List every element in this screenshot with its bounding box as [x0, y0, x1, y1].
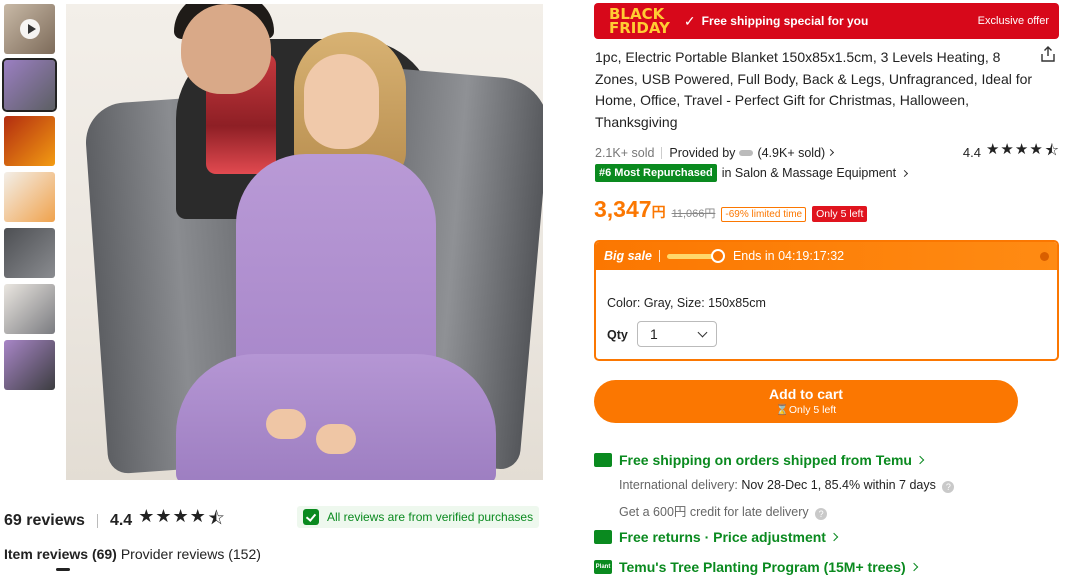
- tab-item-reviews[interactable]: Item reviews (69): [4, 546, 117, 562]
- active-tab-indicator: [56, 568, 70, 571]
- provider-logo-icon: [739, 149, 754, 156]
- thumbnail-image[interactable]: [4, 340, 55, 390]
- repurchase-rank[interactable]: #6 Most Repurchased in Salon & Massage E…: [595, 164, 909, 182]
- product-rating[interactable]: 4.4 ★★★★ ⯪: [963, 140, 1060, 165]
- add-to-cart-button[interactable]: Add to cart ⌛Only 5 left: [594, 380, 1018, 423]
- star-icons: ★★★★: [138, 506, 207, 526]
- chevron-right-icon: [829, 532, 839, 542]
- returns-link[interactable]: Free returns · Price adjustment: [594, 529, 839, 545]
- intl-delivery: International delivery: Nov 28-Dec 1, 85…: [619, 478, 955, 493]
- free-shipping-link[interactable]: Free shipping on orders shipped from Tem…: [594, 452, 925, 468]
- hand: [266, 409, 306, 439]
- discount-badge: -69% limited time: [721, 207, 807, 222]
- returns-icon: [594, 530, 612, 544]
- stock-badge: Only 5 left: [812, 206, 868, 222]
- price-row: 3,347 円 11,066円 -69% limited time Only 5…: [594, 196, 868, 223]
- current-price: 3,347: [594, 196, 652, 222]
- share-icon[interactable]: [1040, 46, 1056, 62]
- rank-category: in Salon & Massage Equipment: [721, 166, 897, 180]
- thumbnail-image[interactable]: [4, 228, 55, 278]
- countdown-timer: Ends in 04:19:17:32: [732, 249, 845, 263]
- thumbnail-image[interactable]: [4, 284, 55, 334]
- half-star-icon: ⯪: [1044, 142, 1060, 159]
- decor-dot: [1040, 252, 1049, 261]
- big-sale-box: Big sale Ends in 04:19:17:32 Color: Gray…: [594, 240, 1059, 361]
- qty-label: Qty: [607, 328, 628, 342]
- woman-face: [304, 54, 379, 149]
- chevron-right-icon: [909, 562, 918, 572]
- chevron-right-icon: [827, 148, 835, 157]
- rating-value: 4.4: [962, 145, 981, 160]
- sale-progress: [666, 248, 725, 263]
- credit-text: Get a 600円 credit for late delivery: [619, 505, 809, 519]
- help-icon[interactable]: ?: [942, 481, 955, 493]
- product-meta-row: 2.1K+ sold Provided by (4.9K+ sold) 4.4 …: [595, 140, 1060, 165]
- free-shipping-title: Free shipping on orders shipped from Tem…: [619, 452, 912, 468]
- free-shipping-text: Free shipping special for you: [701, 14, 869, 28]
- rating-stars-icon: ★★★★ ⯪: [986, 140, 1060, 165]
- half-star-icon: ⯪: [207, 508, 226, 528]
- tab-provider-reviews[interactable]: Provider reviews (152): [121, 546, 261, 562]
- original-price: 11,066円: [671, 208, 716, 220]
- thumbnail-image[interactable]: [4, 116, 55, 166]
- provided-by-label: Provided by: [669, 145, 736, 160]
- big-sale-header: Big sale Ends in 04:19:17:32: [596, 242, 1057, 270]
- add-to-cart-stock: ⌛Only 5 left: [775, 404, 837, 416]
- play-icon: [20, 19, 40, 39]
- intl-delivery-label: International delivery:: [619, 478, 738, 492]
- logo-line-2: FRIDAY: [609, 19, 670, 37]
- late-delivery-credit: Get a 600円 credit for late delivery ?: [619, 501, 828, 520]
- help-icon[interactable]: ?: [815, 508, 828, 520]
- divider: [96, 514, 98, 528]
- man-head: [181, 4, 271, 94]
- sold-count: 2.1K+ sold: [595, 145, 655, 160]
- main-product-image[interactable]: [66, 4, 543, 480]
- verified-text: All reviews are from verified purchases: [327, 510, 534, 524]
- intl-delivery-value: Nov 28-Dec 1, 85.4% within 7 days: [741, 478, 936, 492]
- exclusive-offer-label: Exclusive offer: [977, 15, 1049, 27]
- rank-badge: #6 Most Repurchased: [595, 164, 717, 182]
- chevron-right-icon: [915, 455, 925, 465]
- product-title: 1pc, Electric Portable Blanket 150x85x1.…: [595, 49, 1033, 130]
- qty-select[interactable]: 1: [637, 321, 717, 347]
- woman-legs: [176, 354, 496, 480]
- review-count[interactable]: 69 reviews: [4, 512, 85, 530]
- tree-planting-link[interactable]: Plant Temu's Tree Planting Program (15M+…: [594, 559, 918, 575]
- check-icon: ✓: [683, 12, 696, 29]
- divider: [658, 250, 660, 262]
- add-to-cart-label: Add to cart: [769, 386, 843, 402]
- shield-check-icon: [303, 509, 319, 525]
- qty-value: 1: [650, 326, 658, 342]
- returns-text: Free returns · Price adjustment: [619, 529, 826, 545]
- plant-icon: Plant: [594, 560, 612, 574]
- thumbnail-image[interactable]: [4, 172, 55, 222]
- thumbnail-video[interactable]: [4, 4, 55, 54]
- rating-stars-icon: ★★★★ ⯪: [138, 506, 226, 536]
- chevron-right-icon: [901, 169, 909, 177]
- divider: [661, 146, 663, 159]
- hand: [316, 424, 356, 454]
- provider-sold-link[interactable]: (4.9K+ sold): [757, 146, 825, 160]
- currency-symbol: 円: [651, 204, 666, 220]
- thumbnail-image-selected[interactable]: [2, 58, 57, 112]
- chevron-down-icon: [697, 327, 708, 338]
- star-icons: ★★★★: [985, 141, 1044, 158]
- review-rating: 4.4: [109, 512, 133, 529]
- thumbnail-strip: [2, 4, 57, 396]
- clock-icon: [710, 248, 725, 263]
- variant-selection[interactable]: Color: Gray, Size: 150x85cm: [607, 296, 766, 310]
- black-friday-banner[interactable]: BLACK FRIDAY ✓ Free shipping special for…: [594, 3, 1059, 39]
- truck-icon: [594, 453, 612, 467]
- reviews-summary: 69 reviews 4.4 ★★★★ ⯪: [4, 506, 226, 536]
- tree-planting-text: Temu's Tree Planting Program (15M+ trees…: [619, 559, 906, 575]
- review-tabs: Item reviews (69) Provider reviews (152): [4, 546, 265, 562]
- verified-purchases-note: All reviews are from verified purchases: [297, 506, 540, 528]
- big-sale-label: Big sale: [604, 249, 652, 263]
- black-friday-logo: BLACK FRIDAY: [609, 7, 670, 37]
